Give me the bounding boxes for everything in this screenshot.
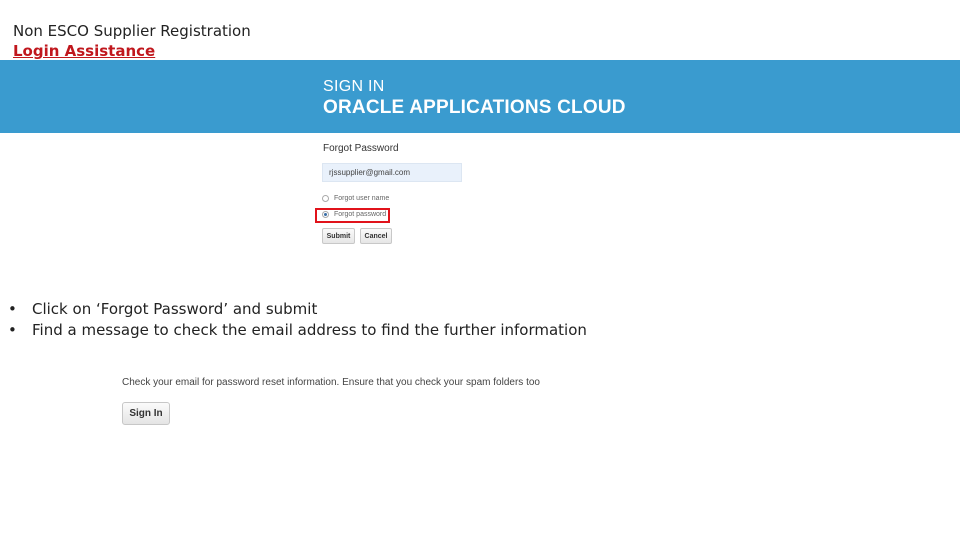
forgot-password-radio[interactable] bbox=[322, 211, 329, 218]
forgot-username-option[interactable]: Forgot user name bbox=[322, 195, 389, 202]
instruction-list: • Click on ‘Forgot Password’ and submit … bbox=[6, 298, 587, 340]
cancel-button[interactable]: Cancel bbox=[360, 228, 392, 244]
reset-confirmation-message: Check your email for password reset info… bbox=[122, 377, 540, 388]
instruction-text: Click on ‘Forgot Password’ and submit bbox=[32, 299, 318, 318]
instruction-text: Find a message to check the email addres… bbox=[32, 320, 587, 339]
forgot-password-option[interactable]: Forgot password bbox=[322, 211, 386, 218]
bullet-icon: • bbox=[8, 299, 17, 318]
list-item: • Find a message to check the email addr… bbox=[6, 319, 587, 340]
page-title: Non ESCO Supplier Registration bbox=[13, 22, 251, 40]
list-item: • Click on ‘Forgot Password’ and submit bbox=[6, 298, 587, 319]
submit-button[interactable]: Submit bbox=[322, 228, 355, 244]
banner-signin-text: SIGN IN bbox=[323, 78, 385, 95]
page-subtitle: Login Assistance bbox=[13, 42, 156, 60]
forgot-username-radio[interactable] bbox=[322, 195, 329, 202]
sign-in-button[interactable]: Sign In bbox=[122, 402, 170, 425]
banner-product-name: ORACLE APPLICATIONS CLOUD bbox=[323, 97, 626, 118]
bullet-icon: • bbox=[8, 320, 17, 339]
forgot-password-label: Forgot password bbox=[334, 211, 387, 218]
forgot-password-title: Forgot Password bbox=[323, 143, 399, 154]
email-field[interactable] bbox=[322, 163, 462, 182]
oracle-signin-banner: SIGN IN ORACLE APPLICATIONS CLOUD bbox=[0, 60, 960, 133]
forgot-username-label: Forgot user name bbox=[334, 195, 390, 202]
forgot-password-panel: Forgot Password Forgot user name Forgot … bbox=[315, 140, 522, 252]
